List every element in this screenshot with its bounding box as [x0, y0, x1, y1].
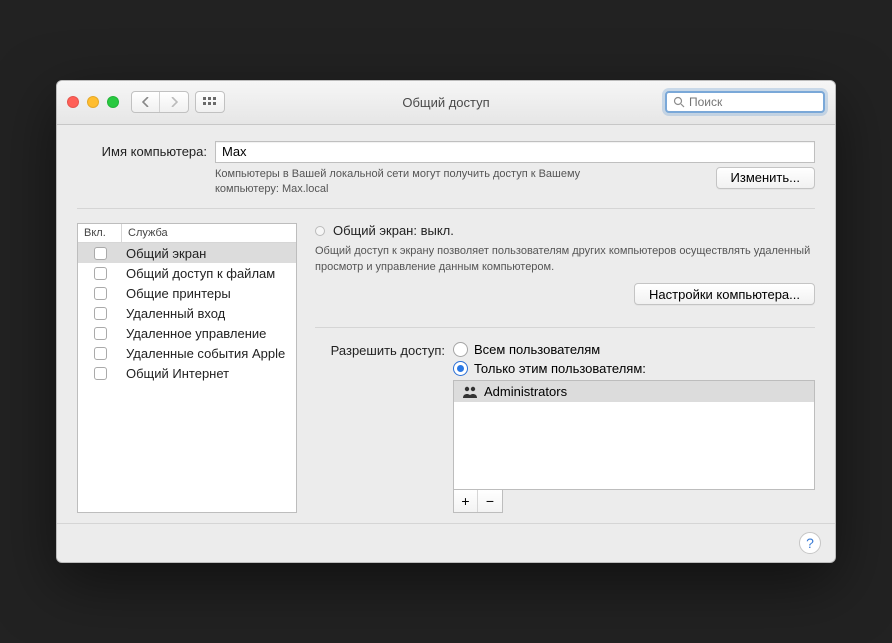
service-description: Общий доступ к экрану позволяет пользова… [315, 244, 815, 275]
search-field[interactable] [665, 91, 825, 113]
preferences-window: Общий доступ Имя компьютера: Компьютеры … [56, 80, 836, 564]
footer: ? [57, 523, 835, 562]
service-row[interactable]: Общие принтеры [78, 283, 296, 303]
service-label: Удаленное управление [122, 326, 296, 341]
services-list: Вкл. Служба Общий экран Общий доступ к фа… [77, 223, 297, 513]
radio-only-users[interactable]: Только этим пользователям: [453, 361, 815, 376]
radio-all-users[interactable]: Всем пользователям [453, 342, 815, 357]
users-icon [462, 386, 478, 398]
service-label: Удаленные события Apple [122, 346, 296, 361]
radio-all-label: Всем пользователям [474, 342, 600, 357]
service-checkbox[interactable] [78, 327, 122, 340]
service-checkbox[interactable] [78, 247, 122, 260]
remove-user-button[interactable]: − [478, 490, 502, 512]
service-row[interactable]: Общий доступ к файлам [78, 263, 296, 283]
service-row[interactable]: Общий экран [78, 243, 296, 263]
radio-icon [453, 361, 468, 376]
service-status: Общий экран: выкл. [333, 223, 454, 238]
computer-name-hint: Компьютеры в Вашей локальной сети могут … [215, 167, 595, 197]
service-label: Общий Интернет [122, 366, 296, 381]
help-button[interactable]: ? [799, 532, 821, 554]
maximize-button[interactable] [107, 96, 119, 108]
titlebar: Общий доступ [57, 81, 835, 125]
col-on[interactable]: Вкл. [78, 224, 122, 242]
user-name: Administrators [484, 384, 567, 399]
service-label: Общий экран [122, 246, 296, 261]
status-indicator-icon [315, 226, 325, 236]
col-service[interactable]: Служба [122, 224, 296, 242]
back-button[interactable] [132, 92, 160, 112]
service-row[interactable]: Удаленный вход [78, 303, 296, 323]
add-remove-buttons: + − [453, 490, 503, 513]
computer-settings-button[interactable]: Настройки компьютера... [634, 283, 815, 305]
forward-button[interactable] [160, 92, 188, 112]
add-user-button[interactable]: + [454, 490, 478, 512]
list-item[interactable]: Administrators [454, 381, 814, 402]
traffic-lights [67, 96, 119, 108]
access-label: Разрешить доступ: [315, 342, 445, 358]
search-icon [673, 96, 685, 108]
computer-name-input[interactable] [215, 141, 815, 163]
divider [77, 208, 815, 209]
service-checkbox[interactable] [78, 367, 122, 380]
service-label: Общие принтеры [122, 286, 296, 301]
service-checkbox[interactable] [78, 347, 122, 360]
service-checkbox[interactable] [78, 267, 122, 280]
computer-name-label: Имя компьютера: [77, 144, 207, 159]
service-label: Общий доступ к файлам [122, 266, 296, 281]
show-all-button[interactable] [195, 91, 225, 113]
edit-button[interactable]: Изменить... [716, 167, 815, 189]
service-row[interactable]: Удаленное управление [78, 323, 296, 343]
user-list[interactable]: Administrators [453, 380, 815, 490]
divider [315, 327, 815, 328]
radio-icon [453, 342, 468, 357]
nav-buttons [131, 91, 189, 113]
minimize-button[interactable] [87, 96, 99, 108]
radio-only-label: Только этим пользователям: [474, 361, 646, 376]
services-header: Вкл. Служба [78, 224, 296, 243]
service-row[interactable]: Удаленные события Apple [78, 343, 296, 363]
service-checkbox[interactable] [78, 287, 122, 300]
search-input[interactable] [689, 95, 817, 109]
service-row[interactable]: Общий Интернет [78, 363, 296, 383]
help-icon: ? [806, 535, 814, 551]
close-button[interactable] [67, 96, 79, 108]
service-label: Удаленный вход [122, 306, 296, 321]
service-checkbox[interactable] [78, 307, 122, 320]
